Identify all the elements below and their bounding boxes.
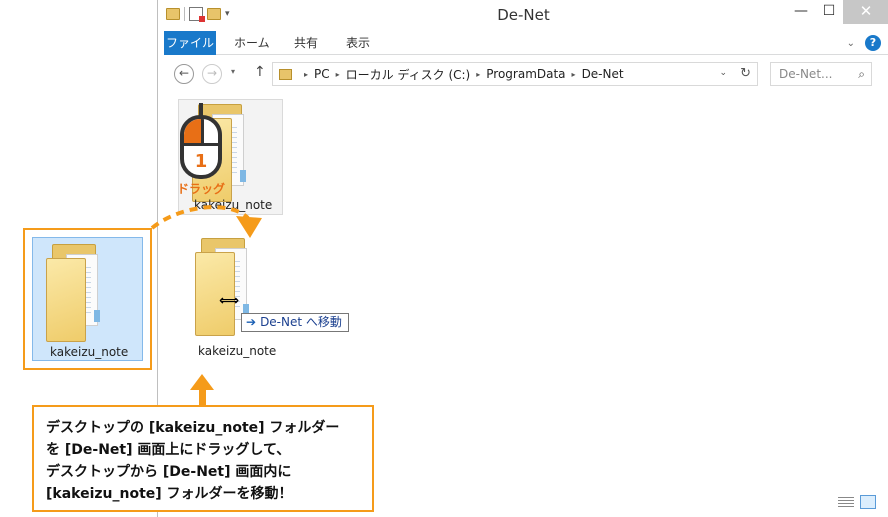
callout-line: [kakeizu_note] フォルダーを移動！ <box>46 486 293 502</box>
drag-arrowhead <box>236 216 262 238</box>
callout-line: デスクトップの [kakeizu_note] フォルダー <box>46 420 340 436</box>
callout-line: デスクトップから [De-Net] 画面内に <box>46 464 292 480</box>
callout-line: を [De-Net] 画面上にドラッグして、 <box>46 442 291 458</box>
drag-path-arrow <box>150 205 250 230</box>
callout-arrowhead <box>190 374 214 390</box>
callout-arrow-stem <box>199 388 206 406</box>
instruction-callout: デスクトップの [kakeizu_note] フォルダー を [De-Net] … <box>32 405 374 512</box>
